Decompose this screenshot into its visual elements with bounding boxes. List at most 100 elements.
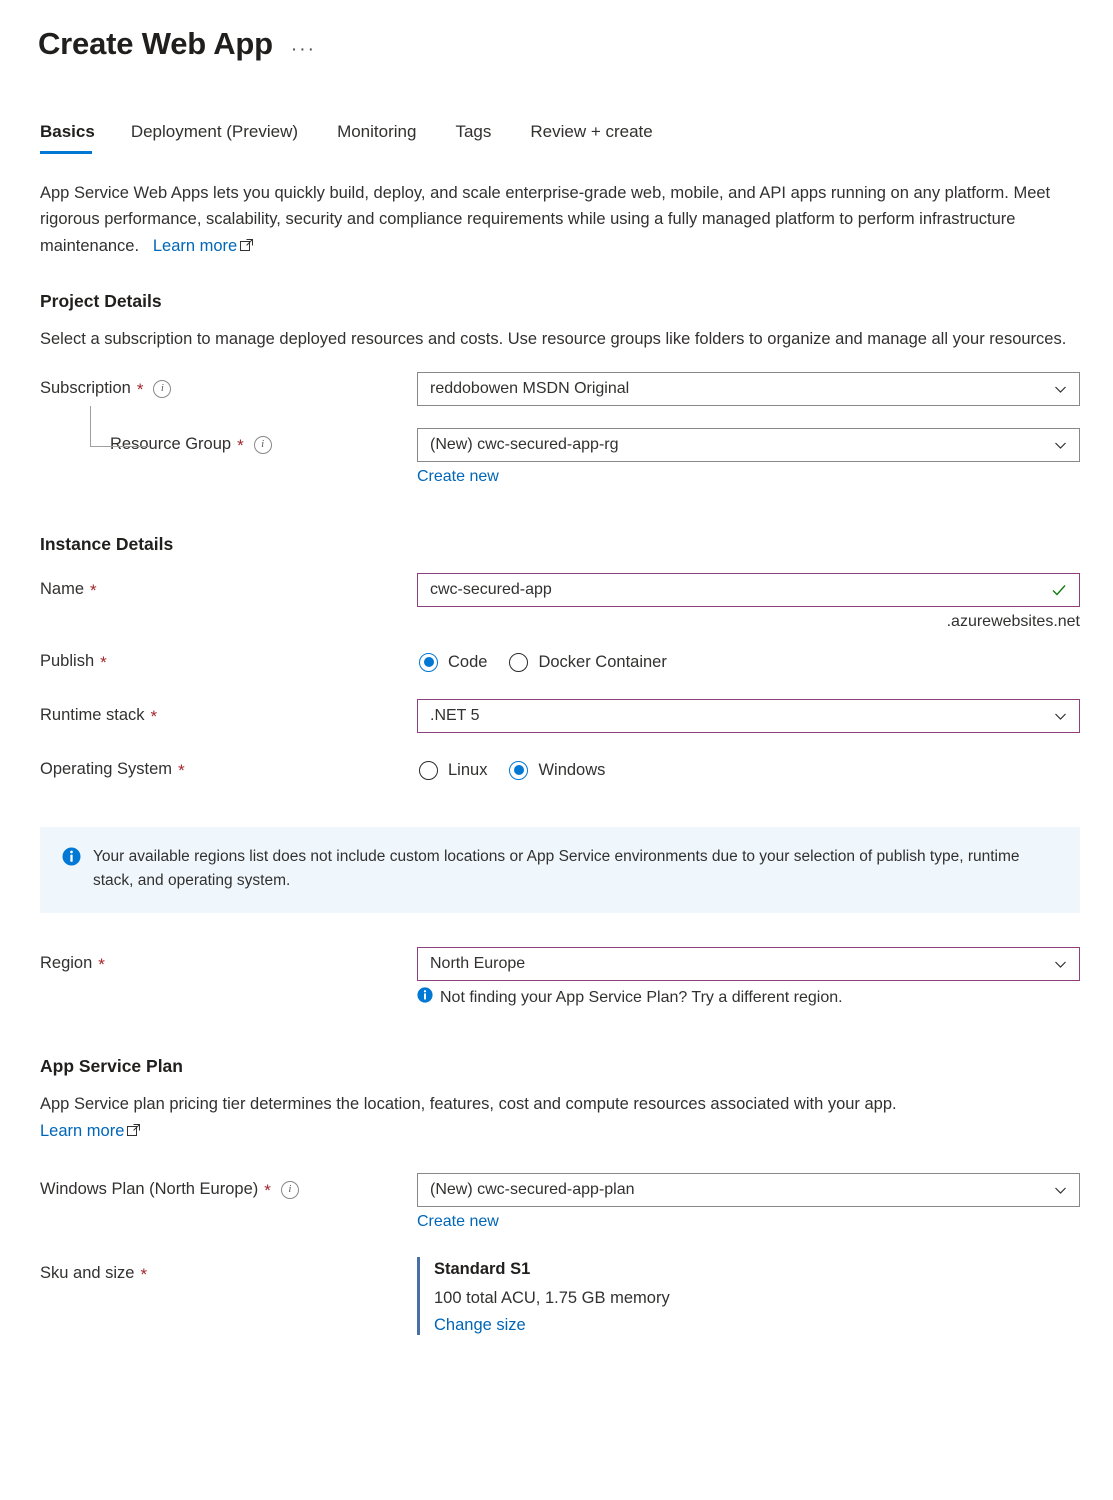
chevron-down-icon bbox=[1054, 710, 1067, 723]
windows-plan-info-icon[interactable]: i bbox=[280, 1180, 299, 1199]
region-hint-text: Not finding your App Service Plan? Try a… bbox=[440, 988, 843, 1006]
sku-summary-card: Standard S1 100 total ACU, 1.75 GB memor… bbox=[417, 1257, 1080, 1335]
chevron-down-icon bbox=[1054, 383, 1067, 396]
sku-and-size-field: Standard S1 100 total ACU, 1.75 GB memor… bbox=[417, 1257, 1080, 1335]
runtime-stack-label: Runtime stack * bbox=[40, 699, 417, 725]
tab-tags[interactable]: Tags bbox=[437, 122, 512, 154]
subscription-value: reddobowen MSDN Original bbox=[430, 380, 630, 398]
publish-option-docker-label: Docker Container bbox=[538, 652, 667, 671]
operating-system-label-text: Operating System bbox=[40, 760, 173, 779]
name-input[interactable]: cwc-secured-app bbox=[417, 573, 1080, 608]
external-link-icon bbox=[240, 234, 254, 261]
region-label: Region * bbox=[40, 947, 417, 973]
more-options-icon[interactable]: ··· bbox=[291, 40, 316, 59]
tab-basics[interactable]: Basics bbox=[40, 122, 113, 154]
operating-system-row: Operating System * Linux Windows bbox=[40, 753, 1113, 787]
subscription-field: reddobowen MSDN Original bbox=[417, 372, 1080, 407]
subscription-required-marker: * bbox=[136, 380, 144, 400]
app-service-plan-learn-more-label: Learn more bbox=[40, 1121, 125, 1140]
tab-review-create[interactable]: Review + create bbox=[512, 122, 673, 154]
tab-list: Basics Deployment (Preview) Monitoring T… bbox=[0, 122, 1113, 154]
resource-group-required-marker: * bbox=[237, 436, 244, 456]
tab-review-create-label: Review + create bbox=[530, 121, 653, 141]
runtime-stack-row: Runtime stack * .NET 5 bbox=[40, 699, 1113, 734]
info-icon bbox=[62, 847, 81, 871]
publish-field: Code Docker Container bbox=[417, 645, 1080, 679]
sku-and-size-label-text: Sku and size bbox=[40, 1264, 135, 1282]
runtime-stack-label-text: Runtime stack bbox=[40, 706, 145, 725]
chevron-down-icon bbox=[1054, 1184, 1067, 1197]
chevron-down-icon bbox=[1054, 439, 1067, 452]
publish-option-docker[interactable]: Docker Container bbox=[509, 652, 667, 672]
region-row: Region * North Europe Not finding your A… bbox=[40, 947, 1113, 1008]
windows-plan-select[interactable]: (New) cwc-secured-app-plan bbox=[417, 1173, 1080, 1207]
windows-plan-label-text: Windows Plan (North Europe) bbox=[40, 1180, 259, 1198]
regions-info-banner-text: Your available regions list does not inc… bbox=[93, 848, 1020, 890]
os-option-linux[interactable]: Linux bbox=[419, 760, 488, 780]
validation-check-icon bbox=[1051, 582, 1067, 598]
create-web-app-page: Create Web App ··· Basics Deployment (Pr… bbox=[0, 0, 1113, 1500]
windows-plan-create-new-link[interactable]: Create new bbox=[417, 1213, 499, 1231]
sku-and-size-required-marker: * bbox=[140, 1265, 148, 1284]
region-value: North Europe bbox=[430, 955, 526, 973]
runtime-stack-select[interactable]: .NET 5 bbox=[417, 699, 1080, 734]
name-domain-suffix: .azurewebsites.net bbox=[946, 613, 1080, 631]
subscription-label: Subscription * i bbox=[40, 372, 417, 398]
change-size-link[interactable]: Change size bbox=[434, 1316, 526, 1335]
subscription-row: Subscription * i reddobowen MSDN Origina… bbox=[40, 372, 1113, 407]
instance-details-heading: Instance Details bbox=[40, 534, 174, 555]
page-title: Create Web App bbox=[38, 26, 273, 61]
region-required-marker: * bbox=[98, 955, 105, 975]
radio-unselected-icon bbox=[419, 760, 438, 780]
name-value: cwc-secured-app bbox=[430, 581, 552, 599]
tab-deployment[interactable]: Deployment (Preview) bbox=[113, 122, 319, 154]
intro-paragraph: App Service Web Apps lets you quickly bu… bbox=[40, 180, 1080, 261]
tab-monitoring-label: Monitoring bbox=[337, 121, 417, 141]
windows-plan-required-marker: * bbox=[264, 1181, 271, 1200]
name-row: Name * cwc-secured-app .azurewebsites.ne… bbox=[40, 573, 1113, 631]
intro-learn-more-link[interactable]: Learn more bbox=[153, 237, 237, 255]
name-label: Name * bbox=[40, 573, 417, 599]
region-hint: Not finding your App Service Plan? Try a… bbox=[417, 987, 1080, 1008]
project-details-description: Select a subscription to manage deployed… bbox=[40, 329, 1067, 348]
publish-option-code[interactable]: Code bbox=[419, 652, 487, 672]
tab-tags-label: Tags bbox=[455, 121, 492, 141]
os-option-linux-label: Linux bbox=[448, 760, 488, 779]
operating-system-field: Linux Windows bbox=[417, 753, 1080, 787]
radio-selected-icon bbox=[509, 760, 529, 780]
os-option-windows-label: Windows bbox=[538, 760, 606, 779]
subscription-select[interactable]: reddobowen MSDN Original bbox=[417, 372, 1080, 407]
resource-group-info-icon[interactable]: i bbox=[253, 435, 272, 454]
app-service-plan-learn-more-link[interactable]: Learn more bbox=[40, 1122, 124, 1140]
radio-selected-icon bbox=[419, 652, 438, 672]
tab-deployment-label: Deployment (Preview) bbox=[130, 121, 299, 141]
resource-group-field: (New) cwc-secured-app-rg Create new bbox=[417, 428, 1080, 486]
windows-plan-value: (New) cwc-secured-app-plan bbox=[430, 1181, 635, 1198]
sku-and-size-row: Sku and size * Standard S1 100 total ACU… bbox=[40, 1257, 1113, 1335]
publish-row: Publish * Code Docker Container bbox=[40, 645, 1113, 679]
runtime-stack-field: .NET 5 bbox=[417, 699, 1080, 734]
name-field: cwc-secured-app .azurewebsites.net bbox=[417, 573, 1080, 631]
runtime-stack-value: .NET 5 bbox=[430, 707, 480, 725]
region-select[interactable]: North Europe bbox=[417, 947, 1080, 982]
external-link-icon bbox=[127, 1119, 141, 1145]
project-details-heading: Project Details bbox=[40, 290, 162, 311]
info-icon bbox=[417, 987, 433, 1008]
os-option-windows[interactable]: Windows bbox=[509, 760, 606, 780]
windows-plan-field: (New) cwc-secured-app-plan Create new bbox=[417, 1173, 1080, 1231]
tab-monitoring[interactable]: Monitoring bbox=[319, 122, 437, 154]
sku-tier-details: 100 total ACU, 1.75 GB memory bbox=[434, 1288, 670, 1307]
subscription-label-text: Subscription bbox=[40, 379, 131, 398]
runtime-stack-required-marker: * bbox=[150, 707, 158, 727]
app-service-plan-description-text: App Service plan pricing tier determines… bbox=[40, 1095, 897, 1114]
resource-group-label-text: Resource Group bbox=[110, 435, 232, 454]
resource-group-create-new-link[interactable]: Create new bbox=[417, 468, 499, 486]
intro-learn-more-label: Learn more bbox=[152, 237, 238, 256]
resource-group-label: Resource Group * i bbox=[40, 428, 417, 454]
region-field: North Europe Not finding your App Servic… bbox=[417, 947, 1080, 1008]
subscription-info-icon[interactable]: i bbox=[153, 379, 172, 398]
resource-group-select[interactable]: (New) cwc-secured-app-rg bbox=[417, 428, 1080, 463]
name-label-text: Name bbox=[40, 580, 85, 599]
regions-info-banner: Your available regions list does not inc… bbox=[40, 827, 1080, 914]
title-bar: Create Web App ··· bbox=[0, 0, 1113, 62]
